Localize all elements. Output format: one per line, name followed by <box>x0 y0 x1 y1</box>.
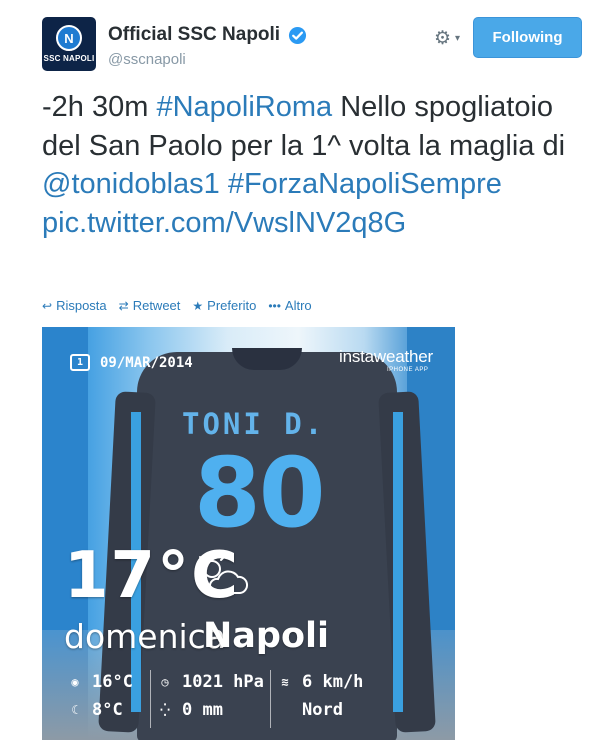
jersey-collar <box>232 348 302 370</box>
stat-rain: ⁛ 0 mm <box>158 700 223 720</box>
stats-divider <box>270 670 271 728</box>
tweet-actions: ↩ Risposta ⇄ Retweet ★ Preferito ••• Alt… <box>42 298 312 313</box>
weather-day: domenica <box>64 617 227 656</box>
handle[interactable]: @sscnapoli <box>108 51 186 68</box>
stat-wind: ≋ 6 km/h <box>278 672 363 692</box>
retweet-icon: ⇄ <box>118 298 129 313</box>
shirt-name: TONI D. <box>182 407 326 441</box>
stat-high: ◉ 16°C <box>68 672 133 692</box>
avatar-label: SSC NAPOLI <box>43 54 95 63</box>
instaweather-sub: IPHONE APP <box>387 367 429 373</box>
chevron-down-icon[interactable]: ▾ <box>455 33 460 44</box>
low-temp: 8°C <box>92 700 123 720</box>
tweet-text: -2h 30m #NapoliRoma Nello spogliatoio de… <box>42 88 572 242</box>
display-name[interactable]: Official SSC Napoli <box>108 24 280 46</box>
stats-divider <box>150 670 151 728</box>
more-dots-icon: ••• <box>268 298 281 313</box>
star-icon: ★ <box>192 298 204 313</box>
wind-direction: Nord <box>302 700 343 720</box>
rain: 0 mm <box>182 700 223 720</box>
gauge-icon: ◷ <box>161 675 169 689</box>
reply-icon: ↩ <box>42 298 53 313</box>
weather-stats: ◉ 16°C ☾ 8°C ◷ 1021 hPa ⁛ 0 mm ≋ 6 km/h … <box>62 670 392 730</box>
gear-icon[interactable]: ⚙ <box>434 27 451 50</box>
jersey-stripe <box>393 412 403 712</box>
following-button[interactable]: Following <box>473 17 582 58</box>
wind-icon: ≋ <box>281 675 289 689</box>
verified-badge-icon <box>288 26 307 45</box>
high-temp: 16°C <box>92 672 133 692</box>
shirt-number: 80 <box>194 437 326 549</box>
media-link[interactable]: pic.twitter.com/VwslNV2q8G <box>42 207 406 239</box>
reply-label: Risposta <box>56 298 107 313</box>
tweet-photo[interactable]: TONI D. 80 1 09/MAR/2014 instaweather IP… <box>42 327 455 740</box>
reply-button[interactable]: ↩ Risposta <box>42 298 107 313</box>
retweet-label: Retweet <box>132 298 181 313</box>
photo-date: 1 09/MAR/2014 <box>70 354 193 371</box>
moon-icon: ☾ <box>71 703 79 717</box>
more-button[interactable]: ••• Altro <box>268 298 311 313</box>
hashtag-link[interactable]: #ForzaNapoliSempre <box>228 168 502 200</box>
more-label: Altro <box>284 298 312 313</box>
sun-icon: ◉ <box>71 675 79 689</box>
avatar[interactable]: N SSC NAPOLI <box>42 17 96 71</box>
stat-pressure: ◷ 1021 hPa <box>158 672 264 692</box>
instaweather-brand: instaweather <box>339 347 433 366</box>
ssc-napoli-logo-icon: N <box>56 25 82 51</box>
wind-speed: 6 km/h <box>302 672 364 692</box>
pressure: 1021 hPa <box>182 672 264 692</box>
stat-wind-dir: Nord <box>302 700 343 720</box>
date-text: 09/MAR/2014 <box>100 354 193 371</box>
favorite-button[interactable]: ★ Preferito <box>192 298 256 313</box>
stat-low: ☾ 8°C <box>68 700 123 720</box>
partly-cloudy-icon <box>196 551 249 594</box>
retweet-button[interactable]: ⇄ Retweet <box>119 298 181 313</box>
mention-link[interactable]: @tonidoblas1 <box>42 168 220 200</box>
weather-city: Napoli <box>203 616 330 656</box>
hashtag-link[interactable]: #NapoliRoma <box>156 91 332 123</box>
favorite-label: Preferito <box>207 298 257 313</box>
rain-icon: ⁛ <box>160 703 170 717</box>
tweet-text-part: -2h 30m <box>42 91 157 123</box>
calendar-icon: 1 <box>70 354 90 371</box>
